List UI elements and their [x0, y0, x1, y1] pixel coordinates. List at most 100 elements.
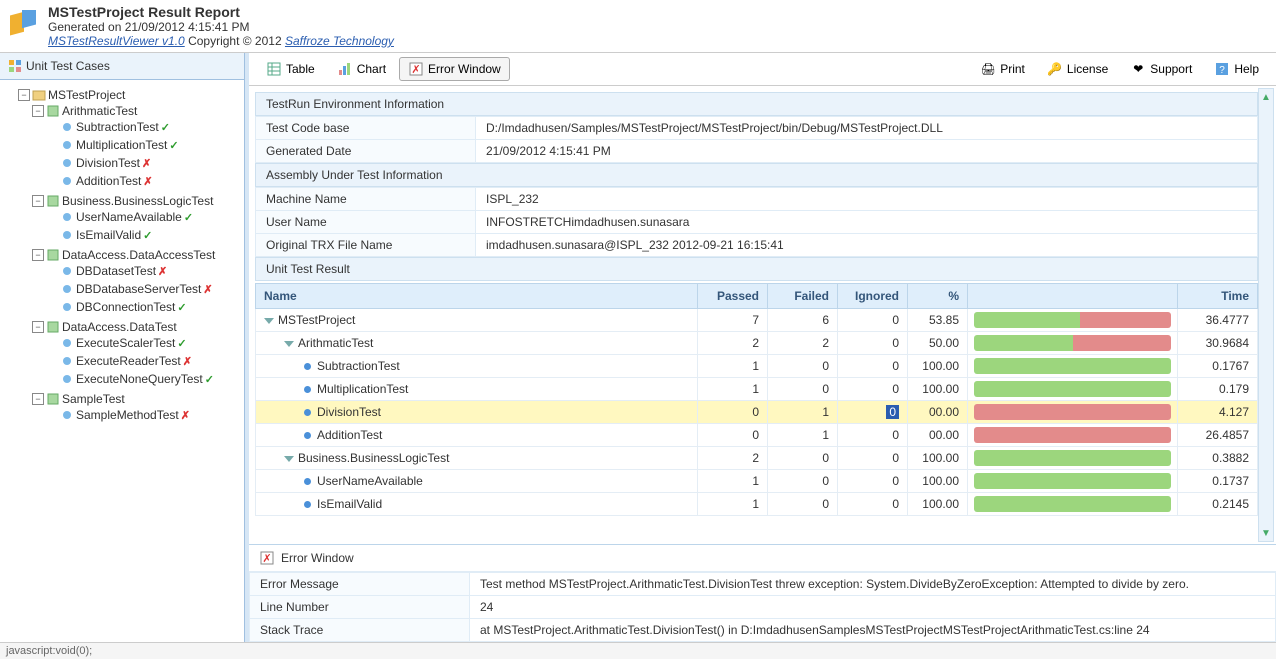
node-icon: [60, 138, 74, 152]
row-bar: [968, 309, 1178, 332]
main-scroll-area[interactable]: TestRun Environment Information Test Cod…: [249, 86, 1276, 544]
col-passed[interactable]: Passed: [698, 284, 768, 309]
node-icon: [60, 372, 74, 386]
table-row[interactable]: IsEmailValid100100.000.2145: [256, 493, 1258, 516]
col-failed[interactable]: Failed: [768, 284, 838, 309]
tree-item[interactable]: ExecuteScalerTest: [46, 336, 240, 350]
tree-item[interactable]: −DataAccess.DataAccessTest: [32, 248, 240, 262]
trx-value: imdadhusen.sunasara@ISPL_232 2012-09-21 …: [476, 234, 1258, 257]
tree-item[interactable]: −ArithmaticTest: [32, 104, 240, 118]
status-fail-icon: [158, 264, 167, 278]
row-pct: 50.00: [908, 332, 968, 355]
help-button[interactable]: ?Help: [1205, 57, 1268, 81]
col-pct[interactable]: %: [908, 284, 968, 309]
table-row[interactable]: Business.BusinessLogicTest200100.000.388…: [256, 447, 1258, 470]
tree-item[interactable]: AdditionTest: [46, 174, 240, 188]
tree-item[interactable]: ExecuteReaderTest: [46, 354, 240, 368]
expander-icon[interactable]: −: [32, 105, 44, 117]
tree-item[interactable]: −Business.BusinessLogicTest: [32, 194, 240, 208]
tree-item-label: MSTestProject: [48, 88, 125, 102]
tree-item-label: DataAccess.DataTest: [62, 320, 177, 334]
tree-item-label: ExecuteReaderTest: [76, 354, 181, 368]
tree-item[interactable]: − DataAccess.DataTest: [32, 320, 240, 334]
table-row[interactable]: ArithmaticTest22050.0030.9684: [256, 332, 1258, 355]
tree-item[interactable]: DivisionTest: [46, 156, 240, 170]
row-bar: [968, 401, 1178, 424]
table-button[interactable]: Table: [257, 57, 324, 81]
tree-item[interactable]: MultiplicationTest: [46, 138, 240, 152]
license-button[interactable]: 🔑License: [1038, 57, 1117, 81]
table-row[interactable]: DivisionTest01000.004.127: [256, 401, 1258, 424]
gendate-label: Generated Date: [256, 140, 476, 163]
col-time[interactable]: Time: [1178, 284, 1258, 309]
node-icon: [60, 282, 74, 296]
company-link[interactable]: Saffroze Technology: [285, 34, 394, 48]
status-pass-icon: [143, 228, 152, 242]
tree-item[interactable]: UserNameAvailable: [46, 210, 240, 224]
node-icon: [46, 104, 60, 118]
tree-item[interactable]: DBConnectionTest: [46, 300, 240, 314]
expander-icon[interactable]: −: [18, 89, 30, 101]
tree-item[interactable]: DBDatabaseServerTest: [46, 282, 240, 296]
status-pass-icon: [184, 210, 193, 224]
table-row[interactable]: UserNameAvailable100100.000.1737: [256, 470, 1258, 493]
expander-icon[interactable]: −: [32, 249, 44, 261]
row-failed: 2: [768, 332, 838, 355]
row-failed: 0: [768, 493, 838, 516]
test-tree[interactable]: −MSTestProject−ArithmaticTestSubtraction…: [0, 80, 244, 642]
row-time: 0.2145: [1178, 493, 1258, 516]
row-pct: 53.85: [908, 309, 968, 332]
tree-item[interactable]: DBDatasetTest: [46, 264, 240, 278]
expand-icon[interactable]: [284, 456, 294, 462]
viewer-link[interactable]: MSTestResultViewer v1.0: [48, 34, 185, 48]
row-failed: 0: [768, 355, 838, 378]
error-window-button[interactable]: ✗Error Window: [399, 57, 510, 81]
tree-item[interactable]: SubtractionTest: [46, 120, 240, 134]
table-row[interactable]: MultiplicationTest100100.000.179: [256, 378, 1258, 401]
tree-item[interactable]: − MSTestProject: [18, 88, 240, 102]
user-value: INFOSTRETCHimdadhusen.sunasara: [476, 211, 1258, 234]
bullet-icon: [304, 386, 311, 393]
vertical-scrollbar[interactable]: ▲ ▼: [1258, 88, 1274, 542]
node-icon: [46, 320, 60, 334]
col-name[interactable]: Name: [256, 284, 698, 309]
tree-item[interactable]: IsEmailValid: [46, 228, 240, 242]
expander-icon[interactable]: −: [32, 195, 44, 207]
tree-item-label: ExecuteNoneQueryTest: [76, 372, 203, 386]
row-bar: [968, 493, 1178, 516]
tree-item[interactable]: SampleMethodTest: [46, 408, 240, 422]
col-ignored[interactable]: Ignored: [838, 284, 908, 309]
print-button[interactable]: 🖨Print: [971, 57, 1034, 81]
node-icon: [32, 88, 46, 102]
scroll-up-icon[interactable]: ▲: [1259, 89, 1273, 105]
expander-icon[interactable]: −: [32, 321, 44, 333]
table-row[interactable]: MSTestProject76053.8536.4777: [256, 309, 1258, 332]
row-passed: 1: [698, 470, 768, 493]
tree-item-label: UserNameAvailable: [76, 210, 182, 224]
app-logo-icon: [8, 10, 40, 42]
machine-value: ISPL_232: [476, 188, 1258, 211]
expand-icon[interactable]: [264, 318, 274, 324]
row-time: 0.179: [1178, 378, 1258, 401]
row-ignored: 0: [838, 493, 908, 516]
expander-icon[interactable]: −: [32, 393, 44, 405]
svg-text:?: ?: [1220, 65, 1226, 76]
support-button[interactable]: ❤Support: [1121, 57, 1201, 81]
row-passed: 0: [698, 424, 768, 447]
table-row[interactable]: AdditionTest01000.0026.4857: [256, 424, 1258, 447]
row-time: 0.1767: [1178, 355, 1258, 378]
tree-item[interactable]: ExecuteNoneQueryTest: [46, 372, 240, 386]
expand-icon[interactable]: [284, 341, 294, 347]
license-icon: 🔑: [1047, 61, 1063, 77]
tree-item-label: DBDatasetTest: [76, 264, 156, 278]
scroll-down-icon[interactable]: ▼: [1259, 525, 1273, 541]
chart-button[interactable]: Chart: [328, 57, 395, 81]
error-info-table: Error MessageTest method MSTestProject.A…: [249, 572, 1276, 642]
result-section-header: Unit Test Result: [255, 257, 1258, 281]
table-row[interactable]: SubtractionTest100100.000.1767: [256, 355, 1258, 378]
tree-item-label: DBConnectionTest: [76, 300, 175, 314]
app-header: MSTestProject Result Report Generated on…: [0, 0, 1276, 53]
env-info-table: Test Code baseD:/Imdadhusen/Samples/MSTe…: [255, 116, 1258, 163]
tree-item[interactable]: −SampleTest: [32, 392, 240, 406]
row-bar: [968, 447, 1178, 470]
